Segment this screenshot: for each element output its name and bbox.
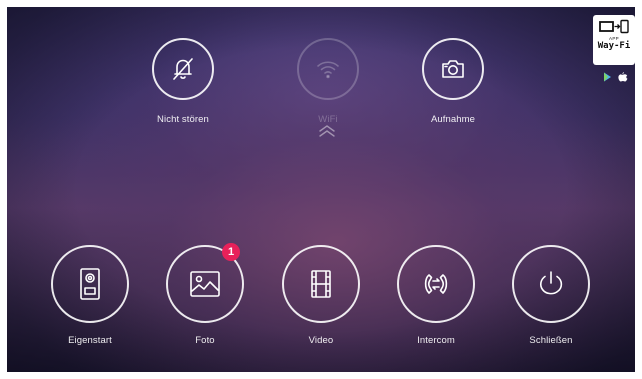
close-label: Schließen — [529, 335, 573, 346]
image-icon — [190, 271, 220, 297]
wifi-icon — [317, 61, 339, 79]
power-icon — [539, 271, 563, 295]
photo-label: Foto — [195, 335, 215, 346]
photo-button[interactable]: 1 Foto — [150, 243, 260, 346]
do-not-disturb-circle — [152, 38, 214, 100]
record-circle — [422, 38, 484, 100]
google-play-icon — [604, 72, 611, 82]
close-button[interactable]: Schließen — [496, 245, 606, 346]
way-fi-app-badge[interactable]: APP Way-Fi — [593, 15, 635, 65]
apple-icon — [618, 72, 628, 82]
wifi-circle — [297, 38, 359, 100]
app-store-icons — [597, 70, 633, 84]
do-not-disturb-label: Nicht stören — [157, 114, 209, 125]
video-label: Video — [308, 335, 334, 346]
video-button[interactable]: Video — [266, 245, 376, 346]
door-station-icon — [80, 268, 100, 300]
video-circle — [282, 245, 360, 323]
wifi-button[interactable]: WiFi — [273, 38, 383, 125]
intercom-monitor-screen: Nicht stören WiFi Aufnahme Eigenstart 1 … — [7, 7, 635, 372]
do-not-disturb-button[interactable]: Nicht stören — [128, 38, 238, 125]
expand-up-chevron-icon[interactable] — [315, 123, 339, 139]
bell-off-icon — [173, 58, 193, 80]
intercom-circle — [397, 245, 475, 323]
self-start-label: Eigenstart — [68, 335, 112, 346]
app-name: Way-Fi — [597, 41, 631, 51]
intercom-label: Intercom — [417, 335, 455, 346]
photo-count-badge: 1 — [222, 243, 240, 261]
photo-circle: 1 — [166, 243, 244, 323]
screen-to-phone-icon — [599, 19, 629, 34]
record-button[interactable]: Aufnahme — [398, 38, 508, 125]
intercom-icon — [424, 274, 448, 294]
close-circle — [512, 245, 590, 323]
record-label: Aufnahme — [430, 114, 476, 125]
self-start-button[interactable]: Eigenstart — [35, 245, 145, 346]
self-start-circle — [51, 245, 129, 323]
film-icon — [311, 270, 331, 298]
intercom-button[interactable]: Intercom — [381, 245, 491, 346]
camera-icon — [442, 60, 464, 78]
